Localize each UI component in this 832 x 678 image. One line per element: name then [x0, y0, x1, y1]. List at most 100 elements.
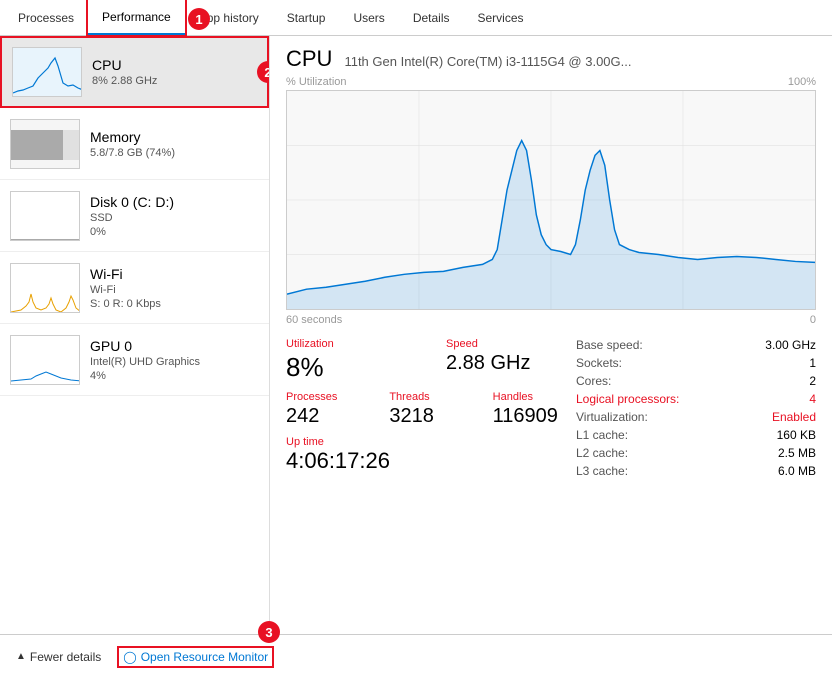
time-label-right: 0 — [810, 314, 816, 326]
spec-val-cores: 2 — [809, 374, 816, 388]
processes-value: 242 — [286, 405, 369, 428]
tab-users[interactable]: Users — [339, 0, 398, 35]
tab-processes[interactable]: Processes — [4, 0, 88, 35]
disk-sub1: SSD — [90, 212, 174, 224]
chart-top-labels: % Utilization 100% — [286, 76, 816, 88]
gpu-mini-graph — [10, 335, 80, 385]
left-stats: Utilization 8% Speed 2.88 GHz Processes … — [286, 338, 576, 486]
spec-l2: L2 cache: 2.5 MB — [576, 446, 816, 460]
wifi-sub2: S: 0 R: 0 Kbps — [90, 298, 161, 310]
cpu-mini-graph — [12, 47, 82, 97]
spec-key-virt: Virtualization: — [576, 410, 648, 424]
spec-key-l2: L2 cache: — [576, 446, 628, 460]
stats-specs-row: Utilization 8% Speed 2.88 GHz Processes … — [286, 338, 816, 486]
utilization-stat: Utilization 8% — [286, 338, 416, 383]
wifi-sidebar-info: Wi-Fi Wi-Fi S: 0 R: 0 Kbps — [90, 266, 161, 310]
fewer-details-button[interactable]: ▲ Fewer details — [16, 650, 101, 664]
chart-time-labels: 60 seconds 0 — [286, 314, 816, 326]
spec-val-l3: 6.0 MB — [778, 464, 816, 478]
spec-val-virt: Enabled — [772, 410, 816, 424]
uptime-value: 4:06:17:26 — [286, 448, 576, 474]
sidebar-item-cpu[interactable]: CPU 8% 2.88 GHz 2 — [0, 36, 269, 108]
threads-label: Threads — [389, 391, 472, 403]
spec-key-base-speed: Base speed: — [576, 338, 643, 352]
handles-label: Handles — [493, 391, 576, 403]
processes-stat: Processes 242 — [286, 391, 369, 428]
disk-sub2: 0% — [90, 226, 174, 238]
memory-mini-graph — [10, 119, 80, 169]
spec-val-logical: 4 — [809, 392, 816, 406]
sidebar-item-gpu[interactable]: GPU 0 Intel(R) UHD Graphics 4% — [0, 324, 269, 396]
uptime-label: Up time — [286, 436, 576, 448]
chart-label-left: % Utilization — [286, 76, 347, 88]
cpu-chart-svg — [287, 91, 815, 309]
sidebar-item-memory[interactable]: Memory 5.8/7.8 GB (74%) — [0, 108, 269, 180]
spec-val-base-speed: 3.00 GHz — [765, 338, 816, 352]
tab-services[interactable]: Services — [464, 0, 538, 35]
spec-key-l1: L1 cache: — [576, 428, 628, 442]
gpu-name: GPU 0 — [90, 338, 200, 354]
gpu-sub2: 4% — [90, 370, 200, 382]
cpu-detail-panel: CPU 11th Gen Intel(R) Core(TM) i3-1115G4… — [270, 36, 832, 634]
cpu-panel-subtitle: 11th Gen Intel(R) Core(TM) i3-1115G4 @ 3… — [344, 54, 631, 69]
util-speed-row: Utilization 8% Speed 2.88 GHz — [286, 338, 576, 383]
memory-name: Memory — [90, 129, 175, 145]
right-specs: Base speed: 3.00 GHz Sockets: 1 Cores: 2… — [576, 338, 816, 486]
task-manager-window: Processes Performance App history Startu… — [0, 0, 832, 678]
tab-details[interactable]: Details — [399, 0, 464, 35]
cpu-title-row: CPU 11th Gen Intel(R) Core(TM) i3-1115G4… — [286, 46, 816, 72]
wifi-mini-graph — [10, 263, 80, 313]
tab-bar: Processes Performance App history Startu… — [0, 0, 832, 36]
cpu-panel-title: CPU — [286, 46, 332, 72]
gpu-sub1: Intel(R) UHD Graphics — [90, 356, 200, 368]
spec-val-l1: 160 KB — [777, 428, 816, 442]
cpu-sidebar-info: CPU 8% 2.88 GHz — [92, 57, 157, 87]
tab-performance[interactable]: Performance — [88, 0, 185, 35]
gpu-sidebar-info: GPU 0 Intel(R) UHD Graphics 4% — [90, 338, 200, 382]
time-label-left: 60 seconds — [286, 314, 342, 326]
speed-label: Speed — [446, 338, 576, 350]
threads-stat: Threads 3218 — [389, 391, 472, 428]
wifi-sub1: Wi-Fi — [90, 284, 161, 296]
footer: ▲ Fewer details ◯ Open Resource Monitor … — [0, 634, 832, 678]
cpu-name: CPU — [92, 57, 157, 73]
cpu-sub: 8% 2.88 GHz — [92, 75, 157, 87]
tab-startup[interactable]: Startup — [273, 0, 340, 35]
memory-sub: 5.8/7.8 GB (74%) — [90, 147, 175, 159]
chevron-up-icon: ▲ — [16, 651, 26, 662]
annotation-1: 1 — [188, 8, 210, 30]
open-resource-label: Open Resource Monitor — [141, 650, 268, 664]
fewer-details-label: Fewer details — [30, 650, 101, 664]
cpu-chart — [286, 90, 816, 310]
threads-value: 3218 — [389, 405, 472, 428]
sidebar-item-wifi[interactable]: Wi-Fi Wi-Fi S: 0 R: 0 Kbps — [0, 252, 269, 324]
spec-sockets: Sockets: 1 — [576, 356, 816, 370]
sidebar: CPU 8% 2.88 GHz 2 Memory 5.8/7.8 GB (74%… — [0, 36, 270, 634]
spec-key-sockets: Sockets: — [576, 356, 622, 370]
speed-stat: Speed 2.88 GHz — [446, 338, 576, 383]
spec-l1: L1 cache: 160 KB — [576, 428, 816, 442]
main-content: CPU 8% 2.88 GHz 2 Memory 5.8/7.8 GB (74%… — [0, 36, 832, 634]
monitor-icon: ◯ — [123, 650, 136, 664]
utilization-label: Utilization — [286, 338, 416, 350]
spec-key-cores: Cores: — [576, 374, 611, 388]
annotation-3: 3 — [258, 621, 280, 643]
spec-cores: Cores: 2 — [576, 374, 816, 388]
memory-sidebar-info: Memory 5.8/7.8 GB (74%) — [90, 129, 175, 159]
spec-key-logical: Logical processors: — [576, 392, 679, 406]
annotation-2: 2 — [257, 61, 270, 83]
spec-base-speed: Base speed: 3.00 GHz — [576, 338, 816, 352]
wifi-name: Wi-Fi — [90, 266, 161, 282]
disk-name: Disk 0 (C: D:) — [90, 194, 174, 210]
chart-label-right: 100% — [788, 76, 816, 88]
speed-value: 2.88 GHz — [446, 352, 576, 375]
open-resource-monitor-button[interactable]: ◯ Open Resource Monitor — [117, 646, 274, 668]
spec-key-l3: L3 cache: — [576, 464, 628, 478]
spec-virtualization: Virtualization: Enabled — [576, 410, 816, 424]
spec-val-l2: 2.5 MB — [778, 446, 816, 460]
utilization-value: 8% — [286, 352, 416, 383]
disk-mini-graph — [10, 191, 80, 241]
uptime-section: Up time 4:06:17:26 — [286, 436, 576, 474]
sidebar-item-disk[interactable]: Disk 0 (C: D:) SSD 0% — [0, 180, 269, 252]
handles-stat: Handles 116909 — [493, 391, 576, 428]
